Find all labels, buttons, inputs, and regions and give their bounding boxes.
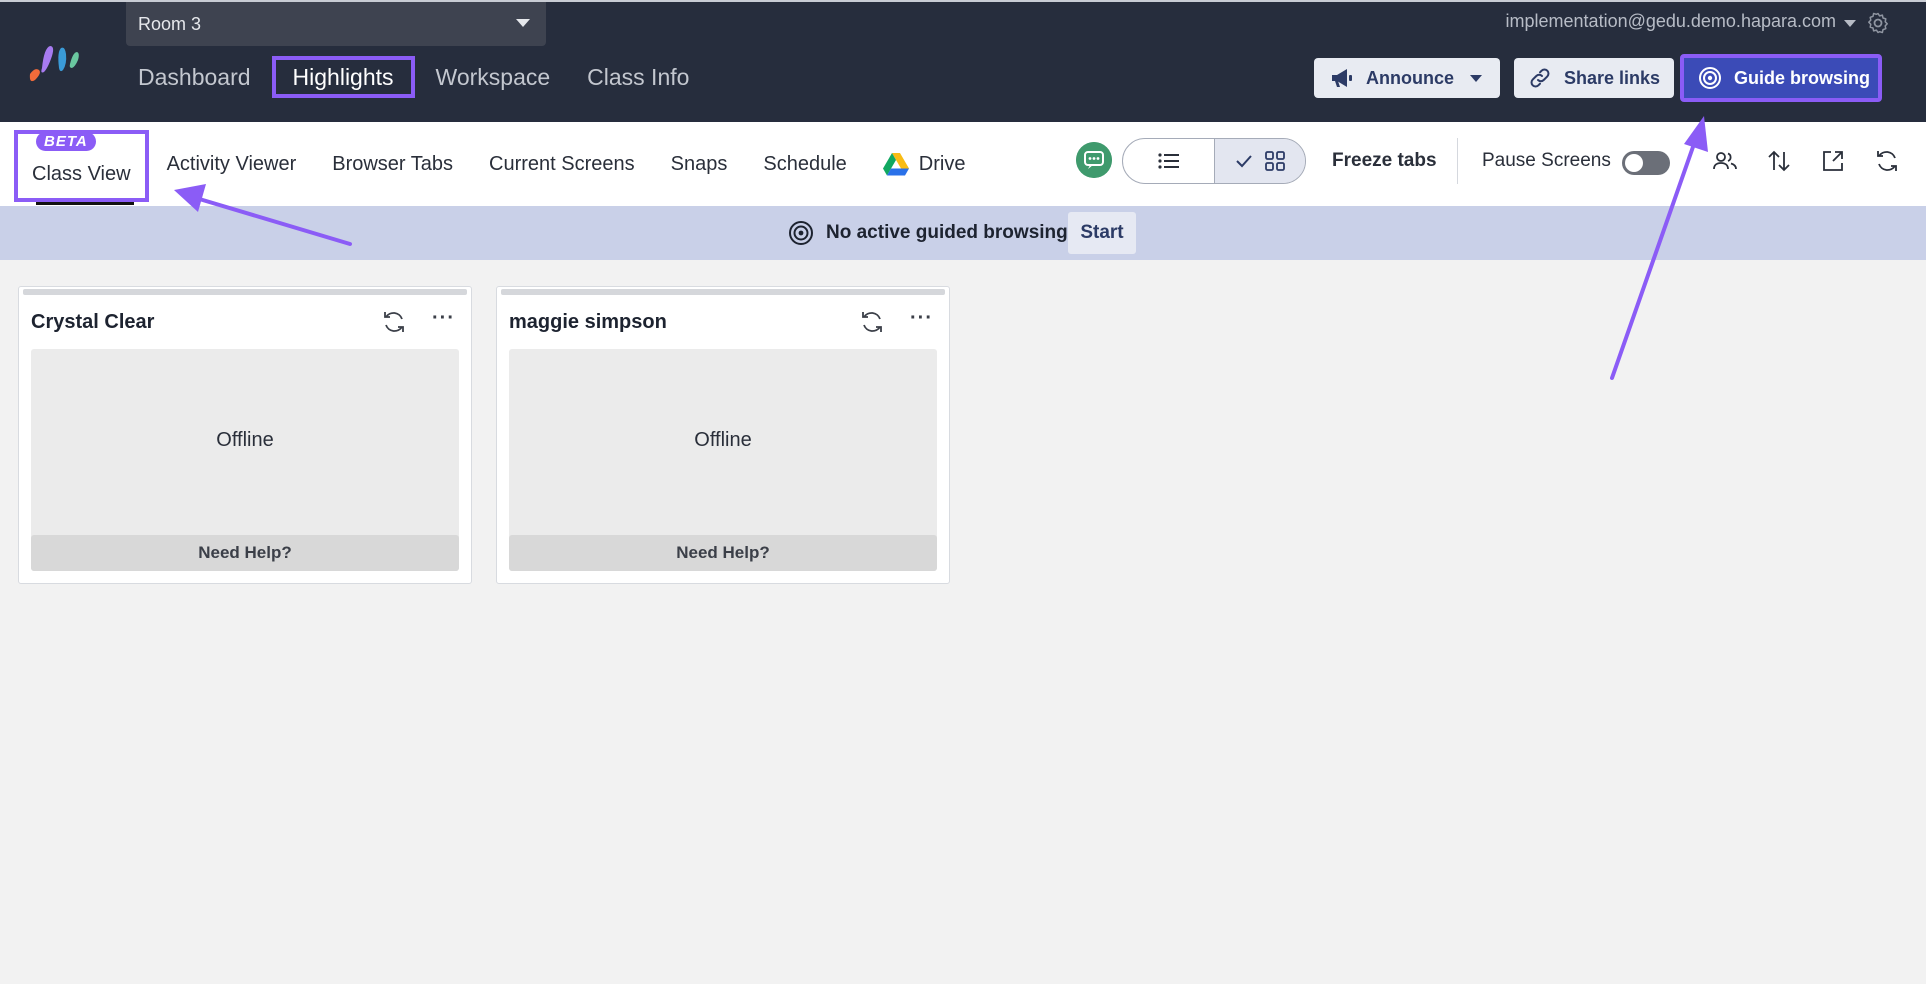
top-header: Room 3 Dashboard Highlights Workspace Cl…	[0, 0, 1926, 122]
chat-help-icon[interactable]	[1076, 142, 1112, 178]
tab-current-screens[interactable]: Current Screens	[489, 153, 635, 176]
student-name: Crystal Clear	[31, 311, 155, 333]
guide-browsing-label: Guide browsing	[1734, 67, 1871, 88]
banner-message: No active guided browsing	[826, 222, 1068, 243]
toolbar-divider	[1457, 138, 1458, 184]
link-icon	[1530, 68, 1550, 88]
nav-highlights[interactable]: Highlights	[271, 56, 415, 98]
announce-label: Announce	[1366, 67, 1454, 88]
pause-screens-toggle[interactable]	[1622, 151, 1670, 175]
guided-browsing-banner: No active guided browsing Start	[0, 206, 1926, 260]
announce-button[interactable]: Announce	[1314, 58, 1500, 98]
gear-icon[interactable]	[1866, 11, 1890, 35]
nav-workspace[interactable]: Workspace	[424, 56, 563, 98]
user-menu-chevron-icon[interactable]	[1844, 20, 1856, 27]
target-icon	[1699, 67, 1721, 89]
open-external-icon[interactable]	[1820, 148, 1846, 174]
beta-badge: BETA	[36, 132, 96, 151]
tab-activity-viewer[interactable]: Activity Viewer	[167, 153, 297, 176]
tab-class-view-label: Class View	[32, 162, 131, 185]
refresh-icon[interactable]	[1874, 148, 1900, 174]
tab-snaps[interactable]: Snaps	[671, 153, 728, 176]
sort-icon[interactable]	[1766, 148, 1792, 174]
guide-browsing-button[interactable]: Guide browsing	[1680, 54, 1882, 102]
student-status: Offline	[694, 429, 752, 451]
megaphone-icon	[1332, 69, 1352, 87]
nav-class-info[interactable]: Class Info	[575, 56, 701, 98]
card-status-strip	[23, 289, 467, 295]
class-selector[interactable]: Room 3	[126, 2, 546, 46]
need-help-button[interactable]: Need Help?	[31, 535, 459, 571]
freeze-tabs-button[interactable]: Freeze tabs	[1332, 150, 1437, 172]
toggle-knob	[1625, 154, 1643, 172]
card-status-strip	[501, 289, 945, 295]
check-icon	[1236, 155, 1252, 168]
nav-dashboard[interactable]: Dashboard	[126, 56, 263, 98]
class-selector-value: Room 3	[138, 13, 202, 34]
start-guided-browsing-button[interactable]: Start	[1068, 212, 1136, 254]
student-card[interactable]: maggie simpson ··· Offline Need Help?	[496, 286, 950, 584]
tab-class-view[interactable]: BETA Class View	[14, 130, 149, 202]
tab-schedule[interactable]: Schedule	[763, 153, 846, 176]
grid-icon	[1265, 151, 1285, 171]
students-icon[interactable]	[1712, 148, 1738, 174]
view-tabs: BETA Class View Activity Viewer Browser …	[14, 122, 1001, 206]
tab-browser-tabs[interactable]: Browser Tabs	[332, 153, 453, 176]
tab-drive-label: Drive	[918, 152, 966, 175]
more-options-icon[interactable]: ···	[432, 307, 455, 330]
student-card[interactable]: Crystal Clear ··· Offline Need Help?	[18, 286, 472, 584]
student-status: Offline	[216, 429, 274, 451]
main-nav: Dashboard Highlights Workspace Class Inf…	[126, 56, 714, 98]
google-drive-icon	[882, 152, 909, 175]
grid-view-option[interactable]	[1214, 139, 1305, 183]
student-name: maggie simpson	[509, 311, 667, 333]
hapara-logo[interactable]	[26, 40, 96, 88]
more-options-icon[interactable]: ···	[910, 307, 933, 330]
target-icon	[789, 221, 813, 245]
refresh-icon[interactable]	[381, 309, 407, 335]
announce-chevron-down-icon[interactable]	[1470, 75, 1482, 82]
list-icon	[1157, 153, 1179, 169]
user-email[interactable]: implementation@gedu.demo.hapara.com	[1506, 11, 1836, 32]
refresh-icon[interactable]	[859, 309, 885, 335]
share-links-button[interactable]: Share links	[1514, 58, 1674, 98]
chevron-down-icon	[516, 19, 530, 27]
pause-screens-label: Pause Screens	[1482, 150, 1611, 171]
tab-drive[interactable]: Drive	[882, 152, 966, 176]
active-tab-underline	[36, 202, 134, 205]
list-view-option[interactable]	[1123, 139, 1214, 183]
view-mode-toggle	[1122, 138, 1306, 184]
need-help-button[interactable]: Need Help?	[509, 535, 937, 571]
share-links-label: Share links	[1564, 67, 1661, 88]
